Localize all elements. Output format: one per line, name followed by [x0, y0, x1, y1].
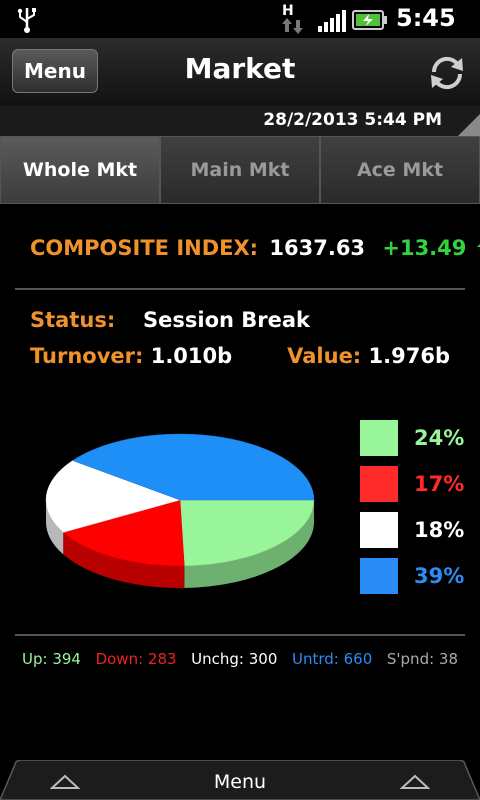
- unchanged-count: Unchg: 300: [191, 650, 278, 668]
- status-bar: H 5:45 PM: [0, 0, 480, 58]
- up-arrow-icon: [476, 243, 480, 247]
- battery-charging-icon: [352, 10, 387, 30]
- legend-percent: 18%: [414, 518, 465, 542]
- legend-item: 17%: [360, 466, 470, 502]
- value-value: 1.976b: [368, 344, 450, 368]
- composite-index-label: COMPOSITE INDEX:: [30, 236, 259, 260]
- legend-percent: 24%: [414, 426, 465, 450]
- up-count: Up: 394: [22, 650, 81, 668]
- refresh-icon[interactable]: [426, 52, 468, 94]
- legend-percent: 17%: [414, 472, 465, 496]
- value-label: Value:: [287, 344, 362, 368]
- composite-index-row: COMPOSITE INDEX: 1637.63 +13.49: [30, 236, 480, 260]
- right-expand-arrow-icon[interactable]: [400, 774, 430, 790]
- timestamp-bar: 28/2/2013 5:44 PM: [0, 106, 480, 136]
- tab-main-mkt[interactable]: Main Mkt: [160, 136, 320, 204]
- stock-counts-row: Up: 394 Down: 283 Unchg: 300 Untrd: 660 …: [0, 650, 480, 668]
- turnover-row: Turnover: 1.010b: [30, 344, 232, 368]
- divider: [15, 634, 465, 636]
- legend-item: 24%: [360, 420, 470, 456]
- status-label: Status:: [30, 308, 116, 332]
- usb-icon: [17, 8, 36, 33]
- legend-swatch: [360, 512, 398, 548]
- last-updated-time: 28/2/2013 5:44 PM: [263, 110, 442, 130]
- divider: [15, 288, 465, 290]
- composite-index-value: 1637.63: [269, 236, 366, 260]
- value-row: Value: 1.976b: [287, 344, 450, 368]
- legend-swatch: [360, 466, 398, 502]
- signal-strength-icon: [318, 10, 346, 32]
- network-type-icon: H: [282, 4, 304, 38]
- page-title: Market: [184, 52, 296, 85]
- corner-mark: [458, 114, 480, 136]
- market-pie-chart: [45, 433, 315, 588]
- legend-item: 18%: [360, 512, 470, 548]
- status-value: Session Break: [143, 308, 310, 332]
- tab-ace-mkt[interactable]: Ace Mkt: [320, 136, 480, 204]
- turnover-value: 1.010b: [150, 344, 233, 368]
- market-tabs: Whole Mkt Main Mkt Ace Mkt: [0, 136, 480, 204]
- title-bar: Menu Market: [0, 38, 480, 107]
- status-row: Status: Session Break: [30, 308, 310, 332]
- suspended-count: S'pnd: 38: [386, 650, 458, 668]
- legend-item: 39%: [360, 558, 470, 594]
- legend-swatch: [360, 558, 398, 594]
- composite-index-change: +13.49: [382, 236, 467, 260]
- tab-whole-mkt[interactable]: Whole Mkt: [0, 136, 160, 204]
- legend-swatch: [360, 420, 398, 456]
- down-count: Down: 283: [95, 650, 177, 668]
- legend-percent: 39%: [414, 564, 465, 588]
- untraded-count: Untrd: 660: [292, 650, 373, 668]
- turnover-label: Turnover:: [30, 344, 144, 368]
- bottom-menu-bar[interactable]: Menu: [0, 760, 480, 800]
